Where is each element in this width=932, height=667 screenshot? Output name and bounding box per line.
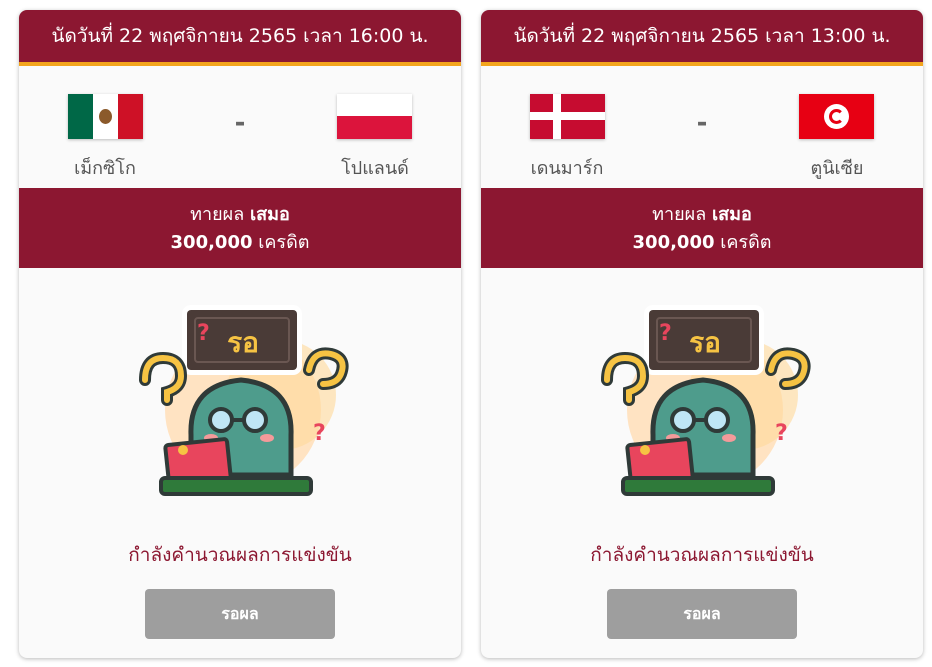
home-team-name: เดนมาร์ก [530, 158, 604, 179]
denmark-flag-icon [529, 94, 605, 139]
match-card: นัดวันที่ 22 พฤศจิกายน 2565 เวลา 16:00 น… [19, 10, 461, 658]
calculating-status-text: กำลังคำนวณผลการแข่งขัน [128, 544, 352, 566]
waiting-mascot-illustration: รอ ? ? [601, 305, 811, 496]
teams-row: เม็กซิโก - โปแลนด์ [19, 66, 461, 188]
tunisia-flag-icon [799, 94, 875, 139]
mascot-sign-text: รอ [227, 326, 259, 359]
svg-text:?: ? [313, 421, 326, 446]
mascot-sign-text: รอ [689, 326, 721, 359]
home-team-name: เม็กซิโก [74, 158, 136, 179]
prediction-label: ทายผล [652, 204, 707, 225]
svg-text:?: ? [659, 321, 672, 346]
home-team: เดนมาร์ก [517, 94, 617, 182]
prediction-value: เสมอ [712, 204, 752, 225]
svg-text:?: ? [197, 321, 210, 346]
prediction-panel: ทายผล เสมอ 300,000 เครดิต [481, 188, 923, 268]
credits-amount: 300,000 [632, 232, 715, 253]
home-team: เม็กซิโก [55, 94, 155, 182]
away-team-name: โปแลนด์ [341, 158, 409, 179]
versus-separator: - [234, 108, 246, 138]
prediction-panel: ทายผล เสมอ 300,000 เครดิต [19, 188, 461, 268]
prediction-label: ทายผล [190, 204, 245, 225]
match-date-header: นัดวันที่ 22 พฤศจิกายน 2565 เวลา 16:00 น… [19, 10, 461, 66]
wait-result-button[interactable]: รอผล [145, 589, 335, 639]
poland-flag-icon [337, 94, 413, 139]
calculating-status-text: กำลังคำนวณผลการแข่งขัน [590, 544, 814, 566]
prediction-value: เสมอ [250, 204, 290, 225]
credits-unit: เครดิต [258, 232, 310, 253]
versus-separator: - [696, 108, 708, 138]
credits-unit: เครดิต [720, 232, 772, 253]
match-card: นัดวันที่ 22 พฤศจิกายน 2565 เวลา 13:00 น… [481, 10, 923, 658]
svg-text:?: ? [775, 421, 788, 446]
mexico-flag-icon [67, 94, 143, 139]
away-team: ตูนิเซีย [787, 94, 887, 182]
wait-result-button[interactable]: รอผล [607, 589, 797, 639]
credits-amount: 300,000 [170, 232, 253, 253]
away-team: โปแลนด์ [325, 94, 425, 182]
match-date-header: นัดวันที่ 22 พฤศจิกายน 2565 เวลา 13:00 น… [481, 10, 923, 66]
waiting-mascot-illustration: รอ ? ? [139, 305, 349, 496]
teams-row: เดนมาร์ก - ตูนิเซีย [481, 66, 923, 188]
away-team-name: ตูนิเซีย [810, 158, 864, 179]
